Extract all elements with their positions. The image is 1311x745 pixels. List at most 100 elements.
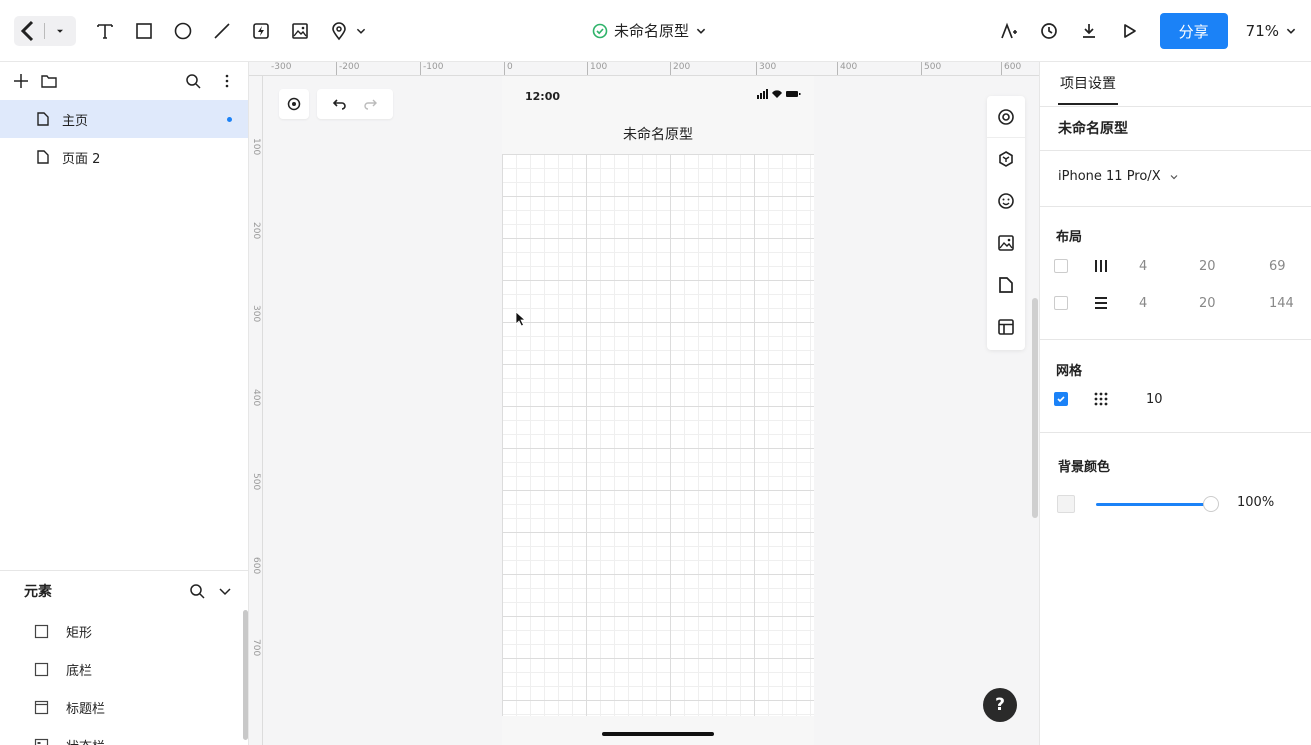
page-icon[interactable] [987,264,1025,306]
back-icon[interactable] [14,16,44,46]
ellipse-tool-icon[interactable] [168,16,198,46]
bg-opacity-value[interactable]: 100% [1237,495,1274,510]
columns-checkbox[interactable] [1054,259,1068,273]
chevron-down-icon[interactable] [216,582,234,600]
device-name: iPhone 11 Pro/X [1058,169,1161,184]
element-label: 标题栏 [66,701,106,717]
device-select[interactable]: iPhone 11 Pro/X [1058,169,1179,184]
layout-grid [502,154,814,716]
folder-icon[interactable] [40,72,58,90]
layout-columns-row: 4 20 69 [1054,256,1299,276]
ruler-label: 600 [1004,62,1022,72]
chevron-down-icon [1170,174,1178,179]
undo-icon[interactable] [332,96,348,112]
text-tool-icon[interactable] [90,16,120,46]
grid-size[interactable]: 10 [1146,392,1163,407]
divider [1040,150,1311,151]
chevron-down-icon[interactable] [354,16,368,46]
component-toolbar [987,96,1025,350]
element-item-status-bar[interactable]: 状态栏 [0,726,240,745]
tab-project-settings[interactable]: 项目设置 [1058,62,1118,105]
page-item-home[interactable]: 主页 [0,100,248,138]
dropdown-arrow-icon[interactable] [45,16,75,46]
rows-gutter[interactable]: 20 [1199,296,1216,311]
search-icon[interactable] [188,582,206,600]
page-label: 页面 2 [62,151,101,167]
element-item-bottom-bar[interactable]: 底栏 [0,650,240,688]
ruler-label: 500 [924,62,942,72]
component-icon[interactable] [987,138,1025,180]
line-tool-icon[interactable] [207,16,237,46]
home-indicator-area [502,716,814,745]
back-menu[interactable] [14,16,76,46]
opacity-slider-thumb[interactable] [1203,496,1219,512]
zoom-select[interactable]: 71% [1246,22,1297,40]
add-collaborator-icon[interactable] [994,16,1024,46]
saved-check-icon [592,23,608,38]
divider [1040,339,1311,340]
target-icon[interactable] [987,96,1025,138]
interaction-tool-icon[interactable] [246,16,276,46]
phone-artboard[interactable]: 12:00 未命名原型 [502,76,814,745]
ruler-label: 0 [507,62,513,72]
bg-color-swatch[interactable] [1057,495,1075,513]
toolbar-right: 分享 71% [994,12,1297,50]
horizontal-ruler: -300 -200 -100 0 100 200 300 400 500 600 [249,62,1039,76]
share-button[interactable]: 分享 [1159,13,1228,49]
download-icon[interactable] [1074,16,1104,46]
divider [1040,106,1311,107]
ruler-label: 300 [759,62,777,72]
elements-scrollbar[interactable] [243,610,248,740]
page-icon [37,112,49,126]
ruler-label: 600 [251,557,261,575]
emoji-icon[interactable] [987,180,1025,222]
ruler-label: 100 [251,138,261,156]
rows-margin[interactable]: 144 [1269,296,1294,311]
ruler-label: -300 [271,62,292,72]
elements-list: 矩形 底栏 标题栏 状态栏 [0,612,240,745]
columns-icon [1095,260,1107,272]
square-icon [34,624,49,638]
design-canvas[interactable]: -300 -200 -100 0 100 200 300 400 500 600… [249,62,1039,745]
image-icon[interactable] [987,222,1025,264]
location-tool-icon[interactable] [324,16,354,46]
page-item-2[interactable]: 页面 2 [0,138,248,176]
document-title-text: 未命名原型 [614,22,690,40]
columns-margin[interactable]: 69 [1269,259,1286,274]
current-page-dot [227,116,232,122]
ruler-label: -200 [339,62,360,72]
status-time: 12:00 [525,90,561,103]
more-options-icon[interactable] [218,72,236,90]
undo-redo-group [317,89,393,119]
columns-count[interactable]: 4 [1139,259,1147,274]
rows-count[interactable]: 4 [1139,296,1147,311]
help-button[interactable]: ? [983,688,1017,722]
columns-gutter[interactable]: 20 [1199,259,1216,274]
search-icon[interactable] [184,72,202,90]
document-title[interactable]: 未命名原型 [592,20,707,41]
element-item-title-bar[interactable]: 标题栏 [0,688,240,726]
rectangle-tool-icon[interactable] [129,16,159,46]
chevron-down-icon [696,28,706,34]
redo-icon[interactable] [362,96,378,112]
properties-panel: 项目设置 未命名原型 iPhone 11 Pro/X 布局 4 20 69 4 … [1039,62,1311,745]
add-page-icon[interactable] [12,72,30,90]
divider [1040,206,1311,207]
project-name[interactable]: 未命名原型 [1058,118,1128,138]
ruler-label: 400 [840,62,858,72]
ruler-label: 100 [590,62,608,72]
layout-template-icon[interactable] [987,306,1025,348]
zoom-value: 71% [1245,22,1279,40]
canvas-scrollbar[interactable] [1032,298,1038,518]
play-preview-icon[interactable] [1114,16,1144,46]
rows-checkbox[interactable] [1054,296,1068,310]
divider [1040,432,1311,433]
grid-checkbox[interactable] [1054,392,1068,406]
canvas-tools [279,89,401,119]
image-tool-icon[interactable] [285,16,315,46]
opacity-slider-track[interactable] [1096,503,1208,506]
history-icon[interactable] [1034,16,1064,46]
target-icon[interactable] [279,89,309,119]
element-item-rectangle[interactable]: 矩形 [0,612,240,650]
layout-rows-row: 4 20 144 [1054,293,1299,313]
